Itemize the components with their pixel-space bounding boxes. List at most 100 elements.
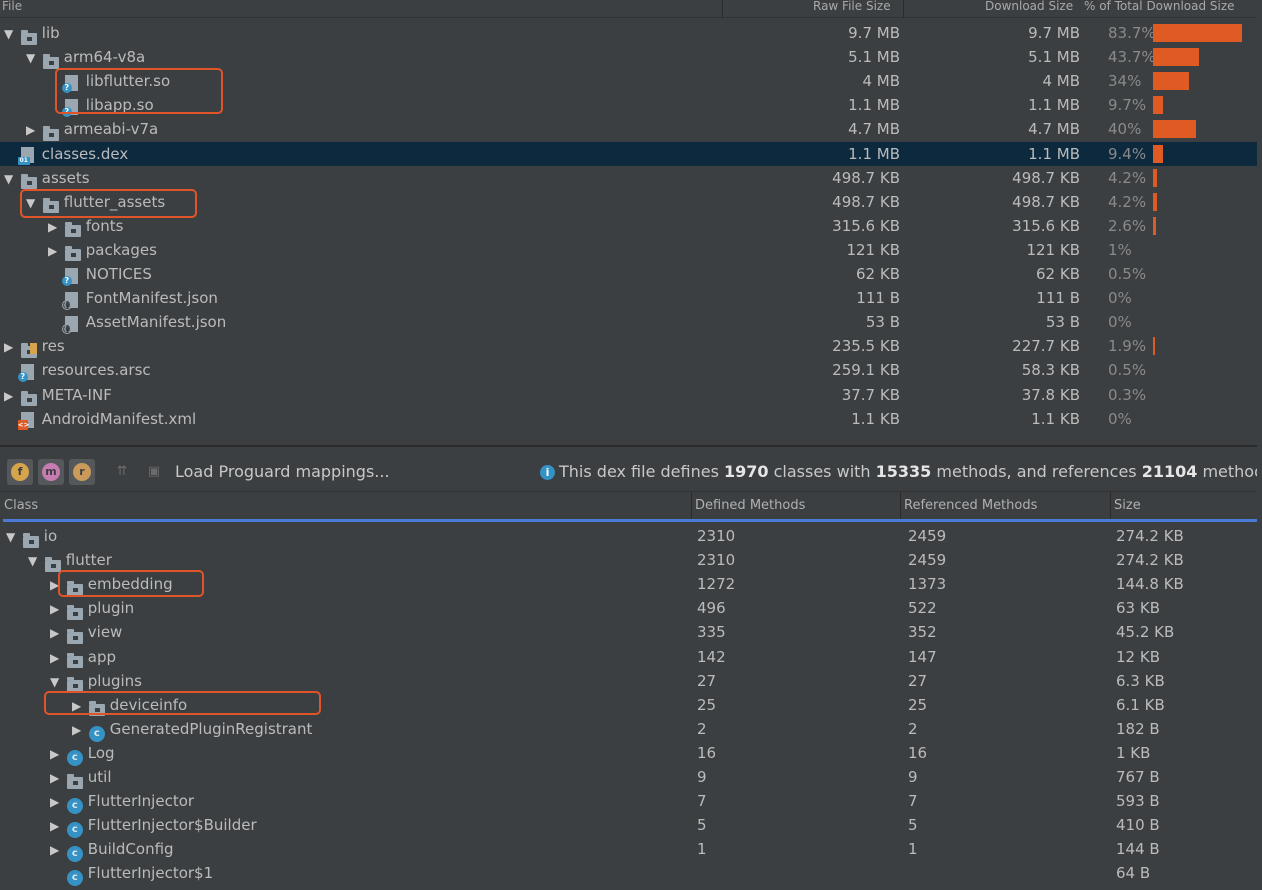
expanded-arrow-icon[interactable]: ▼ xyxy=(4,22,16,46)
class-row[interactable]: ▶ app 142 147 12 KB xyxy=(0,645,1257,669)
file-name: FontManifest.json xyxy=(85,289,218,308)
file-name: fonts xyxy=(85,216,124,235)
file-row[interactable]: {} FontManifest.json 111 B 111 B 0% xyxy=(0,286,1257,310)
defined-methods-cell: 496 xyxy=(697,599,726,618)
file-row[interactable]: ▼ arm64-v8a 5.1 MB 5.1 MB 43.7% xyxy=(0,45,1257,69)
referenced-methods-cell: 352 xyxy=(908,623,937,642)
field-icon: f xyxy=(11,463,29,481)
referenced-icon: r xyxy=(73,463,91,481)
class-row[interactable]: ▼ plugins 27 27 6.3 KB xyxy=(0,669,1257,693)
expanded-arrow-icon[interactable]: ▼ xyxy=(4,167,16,191)
download-size-cell: 498.7 KB xyxy=(1012,192,1080,211)
column-header-referenced-methods[interactable]: Referenced Methods xyxy=(904,492,1037,520)
percent-cell: 0% xyxy=(1108,289,1132,308)
expanded-arrow-icon[interactable]: ▼ xyxy=(6,525,18,549)
size-bar xyxy=(1153,48,1199,67)
file-name: arm64-v8a xyxy=(63,48,146,67)
expanded-arrow-icon[interactable]: ▼ xyxy=(28,549,40,573)
defined-methods-cell: 2 xyxy=(697,719,707,738)
column-header-download-size[interactable]: Download Size xyxy=(985,0,1073,12)
size-cell: 767 B xyxy=(1116,768,1160,786)
file-row[interactable]: ▶ res 235.5 KB 227.7 KB 1.9% xyxy=(0,334,1257,358)
expanded-arrow-icon[interactable]: ▼ xyxy=(26,46,38,70)
splitter[interactable] xyxy=(0,445,1262,447)
collapsed-arrow-icon[interactable]: ▶ xyxy=(50,597,62,621)
class-row[interactable]: ▶ c Log 16 16 1 KB xyxy=(0,741,1257,766)
defined-methods-cell: 335 xyxy=(697,623,726,642)
bytecode-icon[interactable]: ▣ xyxy=(144,463,164,481)
collapsed-arrow-icon[interactable]: ▶ xyxy=(72,718,84,742)
column-header-class[interactable]: Class xyxy=(4,492,38,520)
column-header-defined-methods[interactable]: Defined Methods xyxy=(695,492,805,520)
file-row[interactable]: ? resources.arsc 259.1 KB 58.3 KB 0.5% xyxy=(0,358,1257,382)
column-header-percent[interactable]: % of Total Download Size xyxy=(1084,0,1235,12)
class-row[interactable]: ▶ c BuildConfig 1 1 144 B xyxy=(0,837,1257,863)
column-header-size[interactable]: Size xyxy=(1114,492,1141,520)
collapsed-arrow-icon[interactable]: ▶ xyxy=(48,215,60,239)
file-row[interactable]: ? NOTICES 62 KB 62 KB 0.5% xyxy=(0,262,1257,286)
file-row[interactable]: ▶ armeabi-v7a 4.7 MB 4.7 MB 40% xyxy=(0,117,1257,141)
collapsed-arrow-icon[interactable]: ▶ xyxy=(50,790,62,814)
raw-size-cell: 37.7 KB xyxy=(841,385,900,404)
collapsed-arrow-icon[interactable]: ▶ xyxy=(50,838,62,862)
collapsed-arrow-icon[interactable]: ▶ xyxy=(50,621,62,645)
folder-icon xyxy=(42,50,60,69)
defined-methods-cell: 1 xyxy=(697,840,707,859)
file-row[interactable]: 01 classes.dex 1.1 MB 1.1 MB 9.4% xyxy=(0,141,1257,166)
percent-cell: 9.4% xyxy=(1108,144,1147,163)
column-header-file[interactable]: File xyxy=(2,0,22,12)
raw-size-cell: 9.7 MB xyxy=(848,24,900,42)
file-row[interactable]: ▼ assets 498.7 KB 498.7 KB 4.2% xyxy=(0,166,1257,190)
file-name: AssetManifest.json xyxy=(85,313,227,332)
show-referenced-button[interactable]: r xyxy=(69,459,95,485)
file-name: res xyxy=(41,337,65,356)
load-proguard-button[interactable]: Load Proguard mappings... xyxy=(175,455,390,489)
class-row[interactable]: ▶ c GeneratedPluginRegistrant 2 2 182 B xyxy=(0,717,1257,742)
dex-info-text: i This dex file defines 1970 classes with… xyxy=(540,455,1262,489)
expanded-arrow-icon[interactable]: ▼ xyxy=(50,670,62,694)
file-row[interactable]: ▶ META-INF 37.7 KB 37.8 KB 0.3% xyxy=(0,383,1257,407)
class-name: util xyxy=(87,768,112,786)
file-row[interactable]: {} AssetManifest.json 53 B 53 B 0% xyxy=(0,310,1257,334)
size-bar xyxy=(1153,24,1242,42)
file-row[interactable]: ▶ packages 121 KB 121 KB 1% xyxy=(0,238,1257,262)
show-fields-button[interactable]: f xyxy=(7,459,33,485)
collapsed-arrow-icon[interactable]: ▶ xyxy=(4,335,16,359)
class-name: app xyxy=(87,647,117,666)
size-cell: 6.1 KB xyxy=(1116,695,1165,714)
download-size-cell: 58.3 KB xyxy=(1021,361,1080,380)
class-row[interactable]: ▼ flutter 2310 2459 274.2 KB xyxy=(0,548,1257,572)
class-row[interactable]: ▶ util 9 9 767 B xyxy=(0,765,1257,789)
defined-methods-cell: 2310 xyxy=(697,527,736,545)
download-size-cell: 1.1 MB xyxy=(1028,144,1080,163)
collapsed-arrow-icon[interactable]: ▶ xyxy=(50,742,62,766)
show-methods-button[interactable]: m xyxy=(38,459,64,485)
percent-cell: 34% xyxy=(1108,72,1142,91)
download-size-cell: 121 KB xyxy=(1026,240,1080,259)
collapsed-arrow-icon[interactable]: ▶ xyxy=(50,766,62,790)
class-row[interactable]: ▶ plugin 496 522 63 KB xyxy=(0,596,1257,620)
file-row[interactable]: ▼ lib 9.7 MB 9.7 MB 83.7% xyxy=(0,21,1257,45)
file-name: resources.arsc xyxy=(41,361,151,380)
scrollbar-track[interactable] xyxy=(1257,0,1262,890)
class-row[interactable]: ▼ io 2310 2459 274.2 KB xyxy=(0,524,1257,548)
size-bar xyxy=(1153,168,1157,187)
collapsed-arrow-icon[interactable]: ▶ xyxy=(48,239,60,263)
tree-icon[interactable]: ⇈ xyxy=(112,463,132,481)
class-icon: c xyxy=(66,822,83,839)
percent-cell: 0% xyxy=(1108,409,1132,428)
column-header-raw-size[interactable]: Raw File Size xyxy=(813,0,891,12)
class-row[interactable]: ▶ view 335 352 45.2 KB xyxy=(0,620,1257,644)
collapsed-arrow-icon[interactable]: ▶ xyxy=(26,118,38,142)
class-row[interactable]: ▶ c FlutterInjector$Builder 5 5 410 B xyxy=(0,813,1257,839)
file-row[interactable]: <> AndroidManifest.xml 1.1 KB 1.1 KB 0% xyxy=(0,407,1257,431)
size-cell: 274.2 KB xyxy=(1116,551,1184,570)
class-row[interactable]: c FlutterInjector$1 64 B xyxy=(0,861,1257,887)
file-name: lib xyxy=(41,24,60,42)
defined-methods-cell: 142 xyxy=(697,647,726,666)
collapsed-arrow-icon[interactable]: ▶ xyxy=(50,646,62,670)
class-row[interactable]: ▶ c FlutterInjector 7 7 593 B xyxy=(0,789,1257,815)
collapsed-arrow-icon[interactable]: ▶ xyxy=(50,814,62,838)
collapsed-arrow-icon[interactable]: ▶ xyxy=(4,384,16,408)
referenced-methods-cell: 9 xyxy=(908,768,918,786)
